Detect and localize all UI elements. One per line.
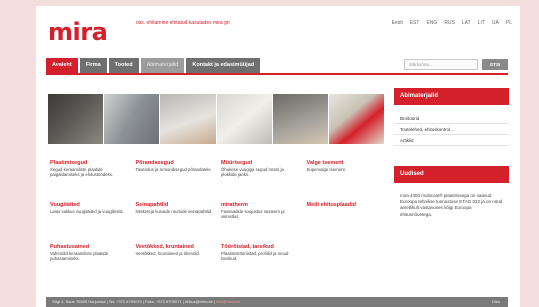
page: mira oss. ehitamine ehitatud kasutades m… [36,6,520,307]
back-to-top-link[interactable]: Üles [492,297,500,307]
search-input[interactable]: Märksõna... [404,59,478,70]
product-title[interactable]: Veetõkked, kruntained [136,244,214,250]
language-bar: Eesti EST ENG RUS LAT LIT UA PL [392,20,512,26]
product-desc: Segud keraamiliste plaatide paigaldamise… [50,167,114,177]
materials-box-title[interactable]: Abimaterjalid [394,88,509,105]
hero-photo-grout [272,94,328,144]
product-title[interactable]: Töörõistad, tarvikud [221,244,299,250]
product-cell: miratherm Fassaadide soojustus süsteem ja… [221,202,299,244]
product-cell: Plaatimisegud Segud keraamiliste plaatide… [50,160,128,202]
product-cell: Puhastusained Vahendid keraamiliste plaat… [50,244,128,286]
materials-box: Abimaterjalid Brošüürid Tootelehed, ehit… [394,88,509,146]
footer-email-link[interactable]: info@mira.ee [216,299,240,304]
nav-divider [46,73,508,75]
nav-kontakt[interactable]: Kontakt ja edasimüüjad [186,58,261,73]
mira-logo[interactable]: mira [48,18,108,46]
product-title[interactable]: Medi ehitusplaadid [307,202,385,208]
hero-photo-float [328,94,385,144]
footer: Sõgi 4, Saue 76505 Harjumaa | Tel: +372 … [46,297,508,307]
product-title[interactable]: Puhastusained [50,244,128,250]
product-cell: Vuugitäited Laias valikus vuugitäited ja … [50,202,128,244]
product-category-grid: Plaatimisegud Segud keraamiliste plaatide… [50,160,384,286]
product-cell: Müürisegud Õhukese vuugiga segud müüri ja… [221,160,299,202]
nav-avaleht[interactable]: Avaleht [46,58,78,73]
product-cell: Valge tsement Supervalge tsement. [307,160,385,202]
hero-photo-strip [48,94,385,144]
hero-photo-tiles [216,94,272,144]
product-title[interactable]: Vuugitäited [50,202,128,208]
news-box: Uudised mira 4400 multicoat® plaatimiseg… [394,166,509,218]
product-cell: Veetõkked, kruntained Veetõkked, kruntain… [136,244,214,286]
lang-rus[interactable]: RUS [444,20,455,26]
search-button[interactable]: OTSI [482,59,508,70]
lang-pl[interactable]: PL [506,20,512,26]
lang-eesti[interactable]: Eesti [392,20,403,26]
product-title[interactable]: Valge tsement [307,160,385,166]
product-title[interactable]: Plaatimisegud [50,160,128,166]
product-cell [307,244,385,286]
product-cell: Töörõistad, tarvikud Plaatimistööriistad,… [221,244,299,286]
product-title[interactable]: Müürisegud [221,160,299,166]
header-tagline: oss. ehitamine ehitatud kasutades mira g… [136,20,230,26]
materials-link-articles[interactable]: Artiklid [394,135,509,146]
main-nav: Avaleht Firma Tooted Abimaterjalid Konta… [46,58,261,73]
lang-est[interactable]: EST [410,20,420,26]
product-cell: Põrandasegud Tasandus ja remondisegud põr… [136,160,214,202]
hero-photo-tiling [48,94,104,144]
product-desc: Fassaadide soojustus süsteem ja viimistl… [221,209,285,219]
product-desc: Veetõkked, kruntained ja tihendid. [135,251,201,256]
product-cell: Seinapahtlid Niisketeja kuivade ruumide s… [136,202,214,244]
product-title[interactable]: Põrandasegud [136,160,214,166]
nav-tooted[interactable]: Tooted [108,58,139,73]
hero-photo-wall [160,94,216,144]
hero-photo-trowel [104,94,160,144]
product-desc: Plaatimistööriistad, profiilid ja muud t… [221,251,289,261]
product-desc: Supervalge tsement. [306,167,346,172]
materials-link-datasheets[interactable]: Tootelehed, ehituskontrol... [394,124,509,135]
product-desc: Tasandus ja remondisegud põrandatele. [135,167,212,172]
materials-spacer [394,105,509,113]
footer-contact: Sõgi 4, Saue 76505 Harjumaa | Tel: +372 … [52,299,216,304]
news-text: mira 4400 multicoat® plaatimisega on saa… [400,193,503,217]
nav-firma[interactable]: Firma [79,58,107,73]
lang-lat[interactable]: LAT [462,20,471,26]
nav-abimaterjalid[interactable]: Abimaterjalid [140,58,185,73]
product-desc: Õhukese vuugiga segud müüri ja plokkide … [221,167,284,177]
materials-link-brochures[interactable]: Brošüürid [394,113,509,124]
product-title[interactable]: miratherm [221,202,299,208]
lang-eng[interactable]: ENG [426,20,437,26]
product-cell: Medi ehitusplaadid [307,202,385,244]
product-title[interactable]: Seinapahtlid [136,202,214,208]
product-desc: Vahendid keraamiliste plaatide puhastami… [50,251,109,261]
lang-lit[interactable]: LIT [478,20,485,26]
lang-ua[interactable]: UA [492,20,499,26]
product-desc: Niisketeja kuivade ruumide seinapahtlid. [135,209,213,214]
product-desc: Laias valikus vuugitäited ja vuugiliimid… [50,209,124,214]
news-box-title[interactable]: Uudised [394,166,509,183]
